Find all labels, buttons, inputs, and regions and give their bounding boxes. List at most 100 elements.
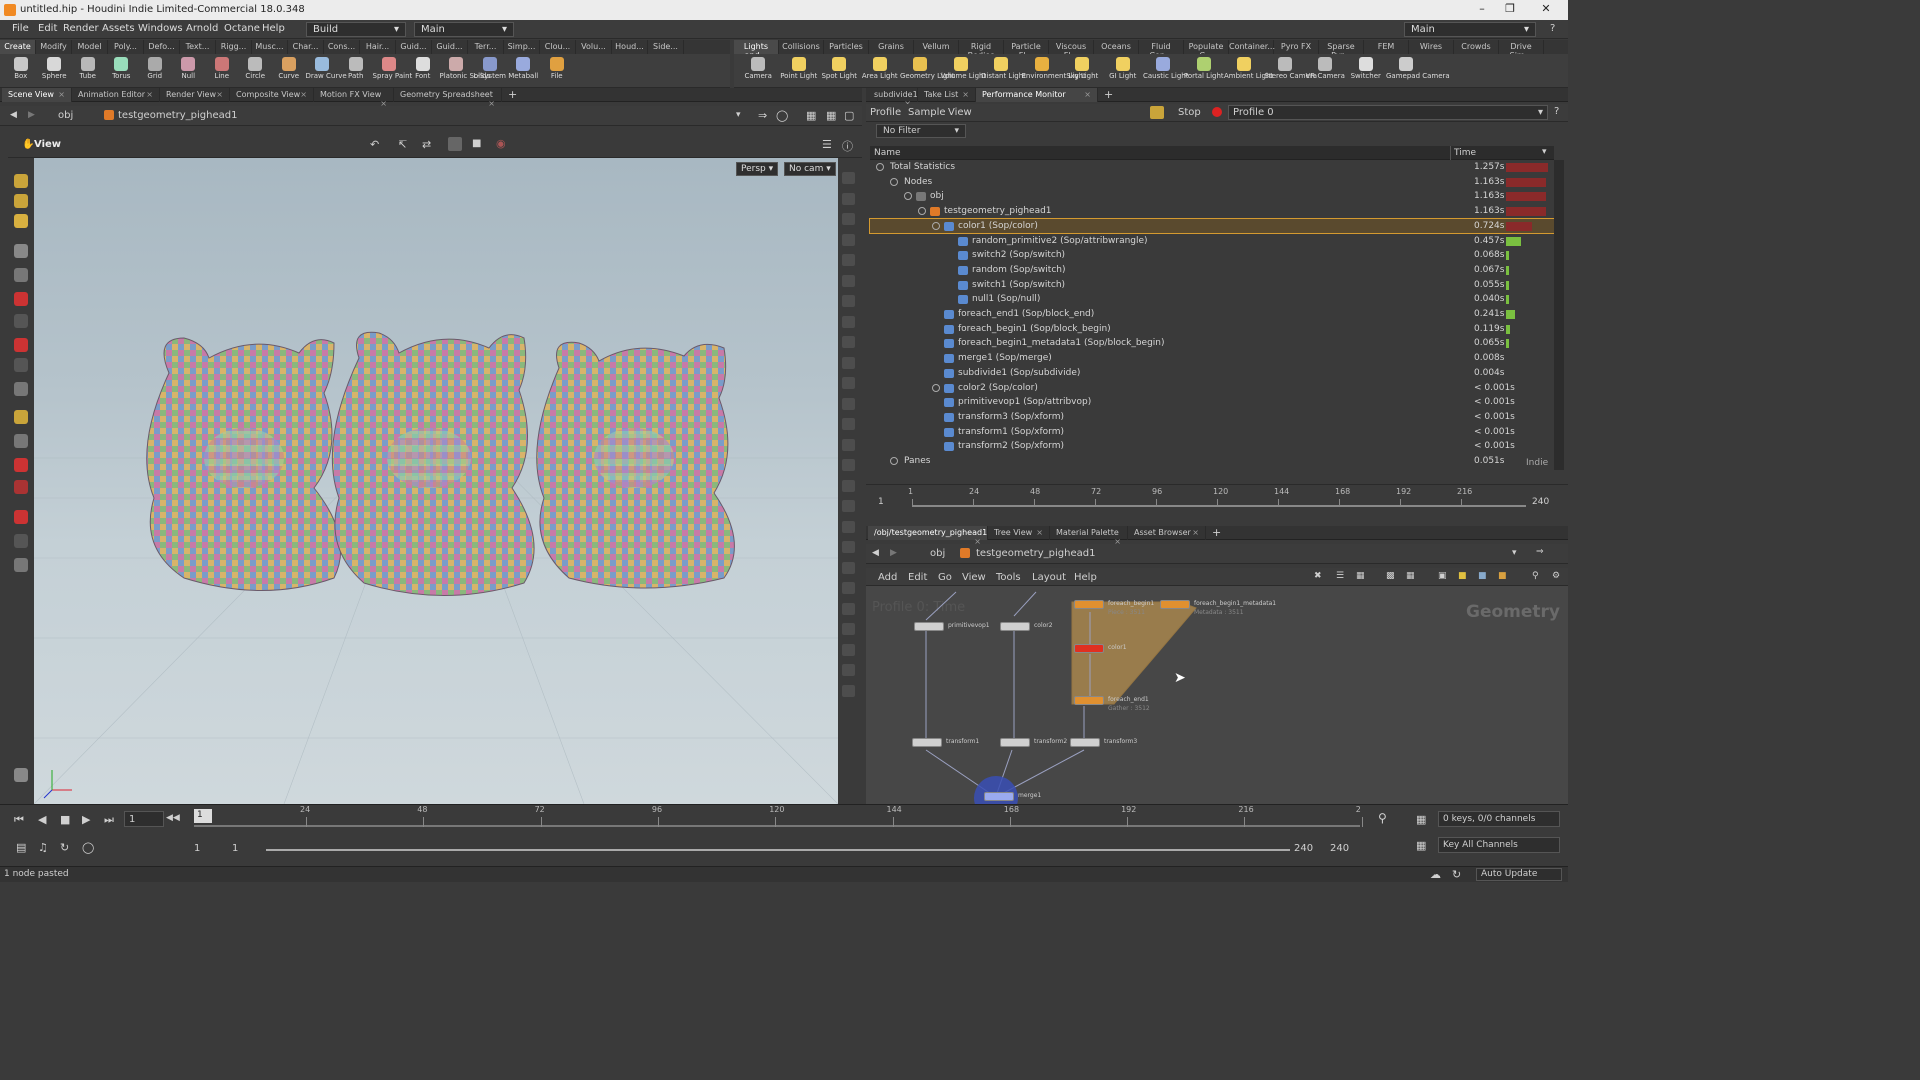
expand-toggle-icon[interactable] <box>890 177 898 186</box>
display-option-icon[interactable] <box>842 397 855 410</box>
range-start2[interactable]: 1 <box>232 843 238 854</box>
pane-tab[interactable]: Performance Monitor × <box>976 88 1098 102</box>
shelf-tab[interactable]: Grains <box>869 40 914 54</box>
play-reverse-icon[interactable]: ◀ <box>38 813 46 826</box>
display-option-icon[interactable] <box>842 377 855 389</box>
perf-row[interactable]: Panes 0.051s <box>870 454 1554 469</box>
key-tool-icon[interactable]: ⚲ <box>1378 811 1387 825</box>
network-node-foreach_end1[interactable] <box>1074 696 1104 705</box>
loop-icon[interactable]: ↻ <box>60 841 69 854</box>
perf-row[interactable]: merge1 (Sop/merge) 0.008s <box>870 351 1554 366</box>
pane-tab[interactable]: Scene View × <box>2 88 72 102</box>
viewport-tool-icon[interactable] <box>14 558 28 572</box>
perf-row[interactable]: testgeometry_pighead1 1.163s <box>870 204 1554 219</box>
shelf-tab[interactable]: Defo... <box>144 40 180 54</box>
transform-icon[interactable]: ⇄ <box>422 138 431 151</box>
pin-icon[interactable]: ⇒ <box>758 109 767 122</box>
network-node-color2[interactable] <box>1000 622 1030 631</box>
add-tab-icon[interactable]: + <box>508 88 517 101</box>
viewport-tool-icon[interactable] <box>14 358 28 372</box>
shelf-tab[interactable]: Drive Sim... <box>1499 40 1544 60</box>
perf-menu-sample[interactable]: Sample <box>908 107 946 118</box>
add-tab-icon[interactable]: + <box>1212 526 1221 539</box>
perf-scrollbar[interactable] <box>1554 160 1564 470</box>
display-option-icon[interactable] <box>842 254 855 266</box>
shelf-tool-box[interactable]: Box <box>4 54 38 88</box>
shelf-tab[interactable]: Hair... <box>360 40 396 54</box>
pane-tab[interactable]: Take List × <box>918 88 976 102</box>
display-option-icon[interactable] <box>842 459 855 471</box>
perf-row[interactable]: Total Statistics 1.257s <box>870 160 1554 175</box>
tab-close-icon[interactable]: × <box>1036 528 1043 537</box>
shelf-tool-metaball[interactable]: Metaball <box>507 54 541 88</box>
net-pin-icon[interactable]: ⇒ <box>1536 547 1544 557</box>
tab-close-icon[interactable]: × <box>216 90 223 99</box>
perf-menu-view[interactable]: View <box>948 107 972 118</box>
net-menu-edit[interactable]: Edit <box>908 572 927 583</box>
net-menu-tools[interactable]: Tools <box>996 572 1021 583</box>
viewport-tool-icon[interactable] <box>14 214 28 228</box>
menu-render[interactable]: Render <box>63 23 99 34</box>
display-option-icon[interactable] <box>842 295 855 307</box>
shelf-tool-curve[interactable]: Curve <box>272 54 306 88</box>
forward-arrow-icon[interactable]: ▶ <box>28 110 35 120</box>
minimize-icon[interactable]: – <box>1468 2 1496 18</box>
shelf-tool-line[interactable]: Line <box>205 54 239 88</box>
pane-tab[interactable]: Geometry Spreadsheet × <box>394 88 502 108</box>
shelf-tab[interactable]: Oceans <box>1094 40 1139 54</box>
shelf-tool-platonic-solids[interactable]: Platonic Solids <box>440 54 490 88</box>
help-icon[interactable]: ⓘ <box>842 138 853 154</box>
shelf-tab[interactable]: Terr... <box>468 40 504 54</box>
viewport-tool-icon[interactable] <box>14 480 28 494</box>
net-tool-icon[interactable]: ✖ <box>1314 571 1322 581</box>
layout2-icon[interactable]: ▦ <box>826 109 836 122</box>
pane-tab[interactable]: Composite View × <box>230 88 314 102</box>
network-node-transform3[interactable] <box>1070 738 1100 747</box>
net-menu-help[interactable]: Help <box>1074 572 1097 583</box>
pane-tab[interactable]: /obj/testgeometry_pighead1 × <box>868 526 988 546</box>
shelf-tab[interactable]: Side... <box>648 40 684 54</box>
stop-icon[interactable]: ■ <box>60 813 70 826</box>
shelf-tab[interactable]: Vellum <box>914 40 959 54</box>
tab-close-icon[interactable]: × <box>962 90 969 99</box>
menu-arnold[interactable]: Arnold <box>186 23 218 34</box>
layout-icon[interactable]: ▦ <box>806 109 816 122</box>
viewport-tool-icon[interactable] <box>14 174 28 188</box>
perf-row[interactable]: primitivevop1 (Sop/attribvop) < 0.001s <box>870 395 1554 410</box>
link-icon[interactable]: ◯ <box>776 109 788 122</box>
net-screen-icon[interactable]: ▣ <box>1438 571 1447 581</box>
sync-icon[interactable]: ↻ <box>1452 868 1461 881</box>
shelf-tab[interactable]: Guid... <box>396 40 432 54</box>
shelf-tab[interactable]: Collisions <box>779 40 824 54</box>
shelf-tab[interactable]: Simp... <box>504 40 540 54</box>
shelf-tab[interactable]: Char... <box>288 40 324 54</box>
expand-toggle-icon[interactable] <box>876 163 884 171</box>
shelf-tool-environment-light[interactable]: Environment Light <box>1022 54 1086 88</box>
global-icon[interactable]: ◯ <box>82 841 94 854</box>
shelf-tab[interactable]: Create <box>0 40 36 54</box>
net-note-icon[interactable]: ■ <box>1458 571 1467 581</box>
perf-row[interactable]: color1 (Sop/color) 0.724s <box>869 217 1555 235</box>
shelf-tab[interactable]: Modify <box>36 40 72 54</box>
shelf-tab[interactable]: Musc... <box>252 40 288 54</box>
perf-timeline-track[interactable] <box>912 505 1526 507</box>
net-menu-add[interactable]: Add <box>878 572 897 583</box>
shelf-tab[interactable]: Text... <box>180 40 216 54</box>
shelf-tab[interactable]: Particle Fl... <box>1004 40 1049 60</box>
desktop-main-dropdown[interactable]: Main ▾ <box>414 22 514 37</box>
display-option-icon[interactable] <box>842 602 855 615</box>
viewport-tool-icon[interactable] <box>14 458 28 472</box>
select-icon[interactable]: ↸ <box>398 138 407 151</box>
net-menu-view[interactable]: View <box>962 572 986 583</box>
current-frame-marker[interactable]: 1 <box>194 809 212 823</box>
network-node-foreach_begin1[interactable] <box>1074 600 1104 609</box>
expand-toggle-icon[interactable] <box>932 383 940 392</box>
display-option-icon[interactable] <box>842 479 855 492</box>
maximize-icon[interactable]: ❐ <box>1496 2 1524 18</box>
net-image-icon[interactable]: ■ <box>1478 571 1487 581</box>
pane-tab[interactable]: Motion FX View × <box>314 88 394 108</box>
range-end2[interactable]: 240 <box>1330 843 1349 854</box>
display-option-icon[interactable] <box>842 192 855 205</box>
shelf-tool-point-light[interactable]: Point Light <box>779 54 820 88</box>
perf-row[interactable]: subdivide1 (Sop/subdivide) 0.004s <box>870 366 1554 381</box>
